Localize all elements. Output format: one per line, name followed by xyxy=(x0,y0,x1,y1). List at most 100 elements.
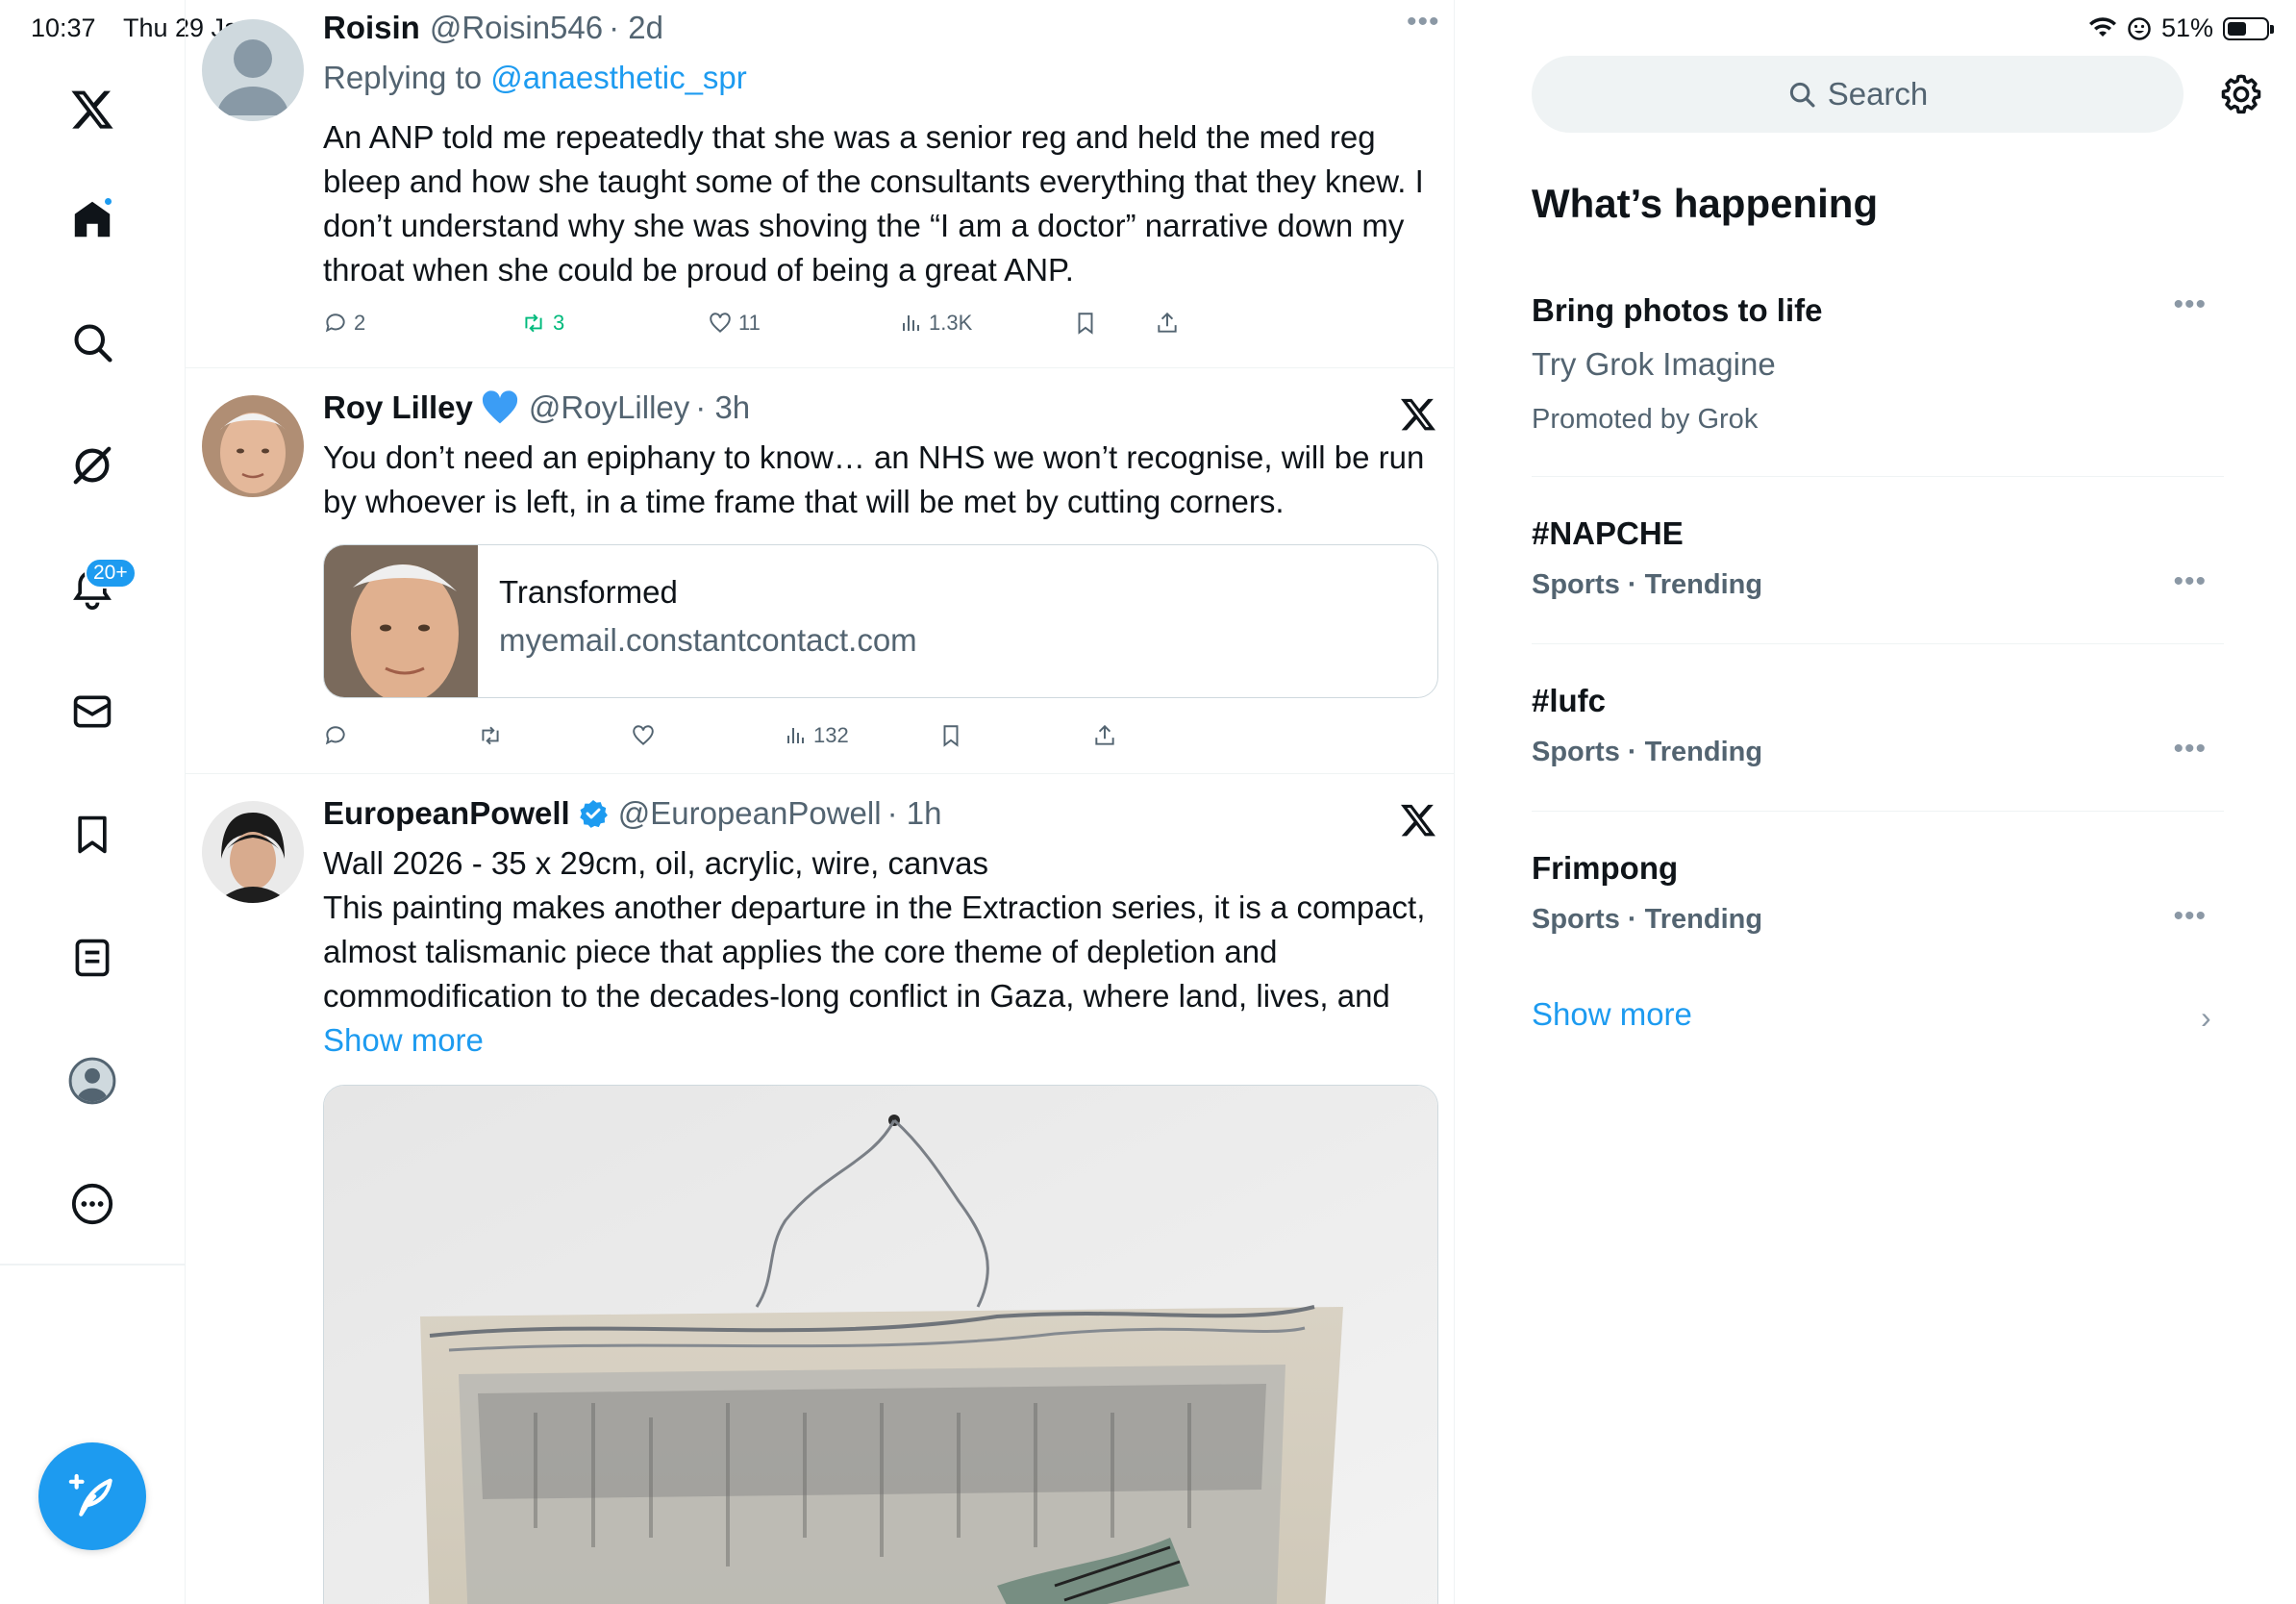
link-card-domain: myemail.constantcontact.com xyxy=(499,622,917,658)
profile-icon[interactable] xyxy=(54,1042,131,1119)
more-icon[interactable] xyxy=(54,1165,131,1242)
author-handle[interactable]: @EuropeanPowell xyxy=(618,795,882,832)
trend-more-icon[interactable]: ••• xyxy=(2173,733,2207,765)
nav-divider xyxy=(0,1264,186,1266)
reply-count: 2 xyxy=(354,311,366,335)
trend-subtitle: Try Grok Imagine xyxy=(1532,346,1776,382)
x-logo-icon xyxy=(1401,804,1435,837)
show-more-link[interactable]: Show more xyxy=(323,1022,484,1058)
repost-icon xyxy=(525,313,542,333)
trend-more-icon[interactable]: ••• xyxy=(2173,900,2207,933)
tweet-more-icon[interactable]: ••• xyxy=(1407,6,1440,38)
compose-button[interactable] xyxy=(38,1442,146,1550)
replying-to-handle[interactable]: @anaesthetic_spr xyxy=(490,60,746,95)
views-chart-icon xyxy=(903,315,919,331)
author-handle[interactable]: @Roisin546 xyxy=(430,10,603,46)
tweet-header: Roy Lilley @RoyLilley · 3h xyxy=(323,389,750,426)
trend-name: Frimpong xyxy=(1532,850,1679,886)
chevron-right-icon: › xyxy=(2201,1000,2211,1035)
search-icon xyxy=(1789,82,1815,108)
list-icon[interactable] xyxy=(54,919,131,996)
trend-item-frimpong[interactable]: Frimpong Sports · Trending ••• xyxy=(1532,812,2224,956)
share-button[interactable] xyxy=(1092,718,1117,753)
tweet-time[interactable]: · 1h xyxy=(887,795,942,832)
trend-more-icon[interactable]: ••• xyxy=(2173,288,2207,321)
replying-to-label: Replying to xyxy=(323,60,483,95)
tweet-actions: 2 3 11 1.3K xyxy=(323,306,1285,340)
trend-meta: Sports · Trending xyxy=(1532,569,1763,600)
link-card[interactable]: Transformed myemail.constantcontact.com xyxy=(323,544,1438,698)
grok-icon[interactable] xyxy=(54,427,131,504)
tweet-text: Wall 2026 - 35 x 29cm, oil, acrylic, wir… xyxy=(323,841,1438,1063)
trend-name: #lufc xyxy=(1532,683,1607,718)
tweet-roy-lilley[interactable]: Roy Lilley @RoyLilley · 3h You don’t nee… xyxy=(186,368,1454,774)
author-handle[interactable]: @RoyLilley xyxy=(529,389,689,426)
bookmark-icon xyxy=(943,725,959,747)
reply-button[interactable]: 2 xyxy=(323,306,365,340)
bookmark-icon[interactable] xyxy=(54,796,131,873)
bookmark-button[interactable] xyxy=(938,718,963,753)
tweet-text: You don’t need an epiphany to know… an N… xyxy=(323,439,1425,519)
trend-meta: Sports · Trending xyxy=(1532,737,1763,767)
timeline-feed: Roisin @Roisin546 · 2d ••• Replying to @… xyxy=(186,0,1455,1604)
repost-button[interactable]: 3 xyxy=(520,306,564,340)
tweet-actions: 132 xyxy=(323,718,1285,753)
x-logo-icon xyxy=(1401,398,1435,431)
heart-icon xyxy=(710,313,731,333)
verified-badge-icon xyxy=(579,800,608,828)
bell-icon[interactable]: 20+ xyxy=(54,550,137,627)
author-name[interactable]: Roy Lilley xyxy=(323,389,473,426)
show-more-link[interactable]: Show more xyxy=(1532,996,1692,1033)
repost-button[interactable] xyxy=(477,718,504,753)
like-button[interactable] xyxy=(631,718,656,753)
tweet-text-rest: This painting makes another departure in… xyxy=(323,890,1426,1014)
trend-item-promoted[interactable]: Bring photos to life Try Grok Imagine Pr… xyxy=(1532,285,2224,477)
promoted-label: Promoted by Grok xyxy=(1532,404,1759,435)
tweet-europeanpowell[interactable]: EuropeanPowell @EuropeanPowell · 1h Wall… xyxy=(186,774,1454,1604)
views-button[interactable]: 132 xyxy=(785,718,849,753)
share-button[interactable] xyxy=(1155,306,1180,340)
trend-more-icon[interactable]: ••• xyxy=(2173,565,2207,598)
search-icon[interactable] xyxy=(54,304,131,381)
avatar[interactable] xyxy=(202,801,304,903)
repost-icon xyxy=(482,726,499,745)
tweet-time[interactable]: · 3h xyxy=(695,389,750,426)
blue-heart-icon xyxy=(482,390,517,424)
tweet-roisin[interactable]: Roisin @Roisin546 · 2d ••• Replying to @… xyxy=(186,0,1454,368)
trend-item-lufc[interactable]: #lufc Sports · Trending ••• xyxy=(1532,644,2224,812)
share-icon xyxy=(1095,724,1114,745)
home-icon[interactable] xyxy=(54,181,131,258)
bookmark-button[interactable] xyxy=(1073,306,1098,340)
compose-feather-icon xyxy=(68,1473,112,1516)
reply-icon xyxy=(325,313,345,333)
trend-name: #NAPCHE xyxy=(1532,515,1684,551)
avatar[interactable] xyxy=(202,395,304,497)
replying-to: Replying to @anaesthetic_spr xyxy=(323,60,747,96)
home-unread-dot xyxy=(105,198,112,205)
link-card-title: Transformed xyxy=(499,574,678,610)
tweet-text: An ANP told me repeatedly that she was a… xyxy=(323,119,1424,288)
link-card-image xyxy=(324,545,478,697)
reply-icon xyxy=(325,726,345,745)
x-logo-icon[interactable] xyxy=(54,71,131,148)
trend-item-napche[interactable]: #NAPCHE Sports · Trending ••• xyxy=(1532,477,2224,644)
search-input[interactable]: Search xyxy=(1532,56,2184,133)
reply-button[interactable] xyxy=(323,718,348,753)
avatar[interactable] xyxy=(202,19,304,121)
views-button[interactable]: 1.3K xyxy=(900,306,972,340)
like-button[interactable]: 11 xyxy=(708,306,761,340)
mail-icon[interactable] xyxy=(54,673,131,750)
tweet-text-line1: Wall 2026 - 35 x 29cm, oil, acrylic, wir… xyxy=(323,845,989,881)
whats-happening-title: What’s happening xyxy=(1532,181,1879,226)
settings-gear-icon[interactable] xyxy=(2220,73,2262,115)
share-icon xyxy=(1158,312,1177,333)
heart-icon xyxy=(633,725,654,745)
author-name[interactable]: EuropeanPowell xyxy=(323,795,570,832)
tweet-header: EuropeanPowell @EuropeanPowell · 1h xyxy=(323,795,941,832)
author-name[interactable]: Roisin xyxy=(323,10,420,46)
repost-count: 3 xyxy=(553,311,565,335)
views-chart-icon xyxy=(787,728,804,743)
tweet-time[interactable]: · 2d xyxy=(609,10,663,46)
view-count: 132 xyxy=(813,723,849,747)
tweet-media-image[interactable] xyxy=(323,1085,1438,1604)
